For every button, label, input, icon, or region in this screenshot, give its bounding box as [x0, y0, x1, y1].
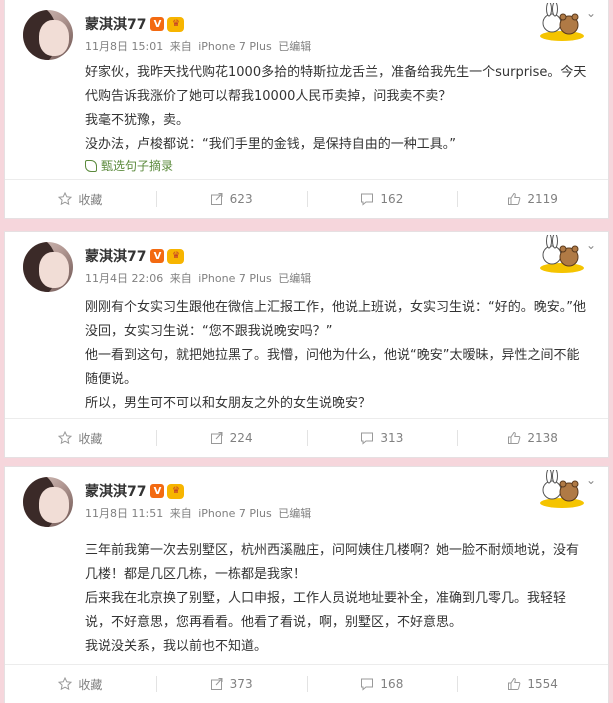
like-count: 2119 [527, 192, 558, 206]
edited-label[interactable]: 已编辑 [278, 507, 311, 520]
repost-count: 224 [229, 431, 253, 445]
action-bar: 收藏 224 313 2138 [5, 418, 608, 457]
copy-excerpt-label: 甄选句子摘录 [101, 159, 174, 173]
username[interactable]: 蒙淇淇77 [85, 481, 146, 501]
chevron-down-icon[interactable]: ⌄ [586, 473, 596, 487]
leaf-icon [85, 159, 97, 172]
post-paragraph: 好家伙，我昨天找代购花1000多拾的特斯拉龙舌兰，准备给我先生一个surpris… [85, 65, 587, 104]
post-paragraph: 后来我在北京换了别墅，人口申报，工作人员说地址要补全，准确到几零几。我轻轻说，不… [85, 591, 567, 630]
star-icon [58, 430, 73, 445]
username[interactable]: 蒙淇淇77 [85, 246, 146, 266]
edited-label[interactable]: 已编辑 [278, 40, 311, 53]
user-line: 蒙淇淇77 V ♛ [85, 13, 185, 35]
action-bar: 收藏 623 162 2119 [5, 179, 608, 218]
source-prefix: 来自 [169, 507, 192, 520]
post-card: 蒙淇淇77 V ♛ 11月8日 15:01 来自 iPhone 7 Plus 已… [4, 0, 609, 219]
repost-icon [210, 677, 224, 691]
user-line: 蒙淇淇77 V ♛ [85, 245, 185, 267]
post-time[interactable]: 11月8日 11:51 [85, 507, 163, 520]
like-button[interactable]: 1554 [457, 665, 608, 703]
repost-count: 623 [229, 192, 253, 206]
avatar[interactable] [23, 477, 73, 527]
action-bar: 收藏 373 168 1554 [5, 664, 608, 703]
source-device: iPhone 7 Plus [198, 507, 272, 520]
avatar[interactable] [23, 242, 73, 292]
edited-label[interactable]: 已编辑 [278, 272, 311, 285]
post-meta: 11月8日 15:01 来自 iPhone 7 Plus 已编辑 [85, 38, 314, 54]
star-icon [58, 676, 73, 691]
comment-count: 168 [380, 677, 404, 691]
favorite-button[interactable]: 收藏 [5, 665, 156, 703]
post-meta: 11月8日 11:51 来自 iPhone 7 Plus 已编辑 [85, 505, 314, 521]
post-paragraph: 刚刚有个女实习生跟他在微信上汇报工作，他说上班说，女实习生说：“好的。晚安。”他… [85, 300, 586, 339]
post-paragraph: 没办法，卢梭都说：“我们手里的金钱，是保持自由的一种工具。” [85, 137, 456, 152]
post-text: 好家伙，我昨天找代购花1000多拾的特斯拉龙舌兰，准备给我先生一个surpris… [85, 61, 590, 157]
source-device: iPhone 7 Plus [198, 272, 272, 285]
repost-icon [210, 431, 224, 445]
comment-icon [360, 677, 374, 691]
comment-icon [360, 431, 374, 445]
verified-v-icon: V [150, 249, 165, 263]
post-time[interactable]: 11月8日 15:01 [85, 40, 163, 53]
favorite-button[interactable]: 收藏 [5, 180, 156, 218]
chevron-down-icon[interactable]: ⌄ [586, 238, 596, 252]
post-time[interactable]: 11月4日 22:06 [85, 272, 163, 285]
comment-button[interactable]: 162 [306, 180, 458, 218]
source-prefix: 来自 [169, 40, 192, 53]
like-count: 1554 [527, 677, 558, 691]
chevron-down-icon[interactable]: ⌄ [586, 6, 596, 20]
post-paragraph: 我说没关系，我以前也不知道。 [85, 639, 268, 654]
username[interactable]: 蒙淇淇77 [85, 14, 146, 34]
comment-button[interactable]: 168 [306, 665, 458, 703]
vip-badge-icon: ♛ [167, 483, 185, 499]
repost-count: 373 [229, 677, 253, 691]
vip-badge-icon: ♛ [167, 248, 185, 264]
thumbs-up-icon [507, 677, 521, 691]
favorite-label: 收藏 [78, 192, 103, 207]
copy-excerpt-link[interactable]: 甄选句子摘录 [85, 157, 173, 174]
post-paragraph: 他一看到这句，就把她拉黑了。我懵，问他为什么，他说“晚安”太暧昧，异性之间不能随… [85, 348, 580, 387]
thumbs-up-icon [507, 431, 521, 445]
verified-v-icon: V [150, 484, 165, 498]
post-card: 蒙淇淇77 V ♛ 11月8日 11:51 来自 iPhone 7 Plus 已… [4, 466, 609, 703]
comment-count: 162 [380, 192, 404, 206]
verified-v-icon: V [150, 17, 165, 31]
like-button[interactable]: 2119 [457, 180, 608, 218]
source-device: iPhone 7 Plus [198, 40, 272, 53]
post-paragraph: 三年前我第一次去别墅区，杭州西溪融庄，问阿姨住几楼啊？她一脸不耐烦地说，没有几楼… [85, 543, 580, 582]
comment-icon [360, 192, 374, 206]
user-line: 蒙淇淇77 V ♛ [85, 480, 185, 502]
post-paragraph: 我毫不犹豫，卖。 [85, 113, 190, 128]
favorite-button[interactable]: 收藏 [5, 419, 156, 457]
avatar[interactable] [23, 10, 73, 60]
repost-button[interactable]: 224 [155, 419, 307, 457]
comment-button[interactable]: 313 [306, 419, 458, 457]
repost-button[interactable]: 373 [155, 665, 307, 703]
star-icon [58, 191, 73, 206]
source-prefix: 来自 [169, 272, 192, 285]
comment-count: 313 [380, 431, 404, 445]
post-card: 蒙淇淇77 V ♛ 11月4日 22:06 来自 iPhone 7 Plus 已… [4, 231, 609, 458]
thumbs-up-icon [507, 192, 521, 206]
post-text: 刚刚有个女实习生跟他在微信上汇报工作，他说上班说，女实习生说：“好的。晚安。”他… [85, 296, 590, 416]
favorite-label: 收藏 [78, 677, 103, 692]
favorite-label: 收藏 [78, 431, 103, 446]
vip-badge-icon: ♛ [167, 16, 185, 32]
post-paragraph: 所以，男生可不可以和女朋友之外的女生说晚安？ [85, 396, 372, 411]
repost-button[interactable]: 623 [155, 180, 307, 218]
like-count: 2138 [527, 431, 558, 445]
post-meta: 11月4日 22:06 来自 iPhone 7 Plus 已编辑 [85, 270, 314, 286]
post-text: 三年前我第一次去别墅区，杭州西溪融庄，问阿姨住几楼啊？她一脸不耐烦地说，没有几楼… [85, 539, 590, 659]
repost-icon [210, 192, 224, 206]
weibo-feed: 蒙淇淇77 V ♛ 11月8日 15:01 来自 iPhone 7 Plus 已… [0, 0, 613, 703]
like-button[interactable]: 2138 [457, 419, 608, 457]
